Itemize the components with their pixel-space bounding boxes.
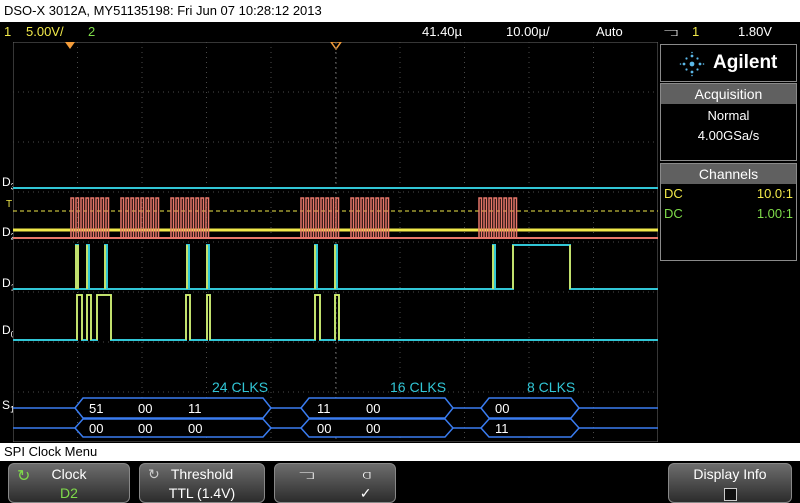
- threshold-softkey[interactable]: ↻ Threshold TTL (1.4V): [139, 463, 265, 503]
- sample-rate: 4.00GSa/s: [697, 128, 760, 143]
- bus-byte: 00: [138, 401, 152, 416]
- bus-packet-1-top[interactable]: [74, 397, 272, 419]
- bus-byte: 00: [495, 401, 509, 416]
- info-panel: Agilent Acquisition Normal 4.00GSa/s Cha…: [660, 44, 797, 261]
- channel-1-row[interactable]: DC 10.0:1: [661, 184, 796, 204]
- acquisition-header: Acquisition: [661, 84, 796, 104]
- channels-header: Channels: [661, 164, 796, 184]
- bus-byte: 00: [317, 421, 331, 436]
- ch1-number[interactable]: 1: [4, 22, 11, 42]
- check-icon: ✓: [359, 485, 372, 501]
- edge-options: ⫎ ⫏: [275, 464, 395, 484]
- display-info-label: Display Info: [693, 466, 767, 482]
- threshold-value: TTL (1.4V): [168, 485, 236, 501]
- trigger-source[interactable]: 1: [692, 22, 699, 42]
- bus-byte: 00: [366, 401, 380, 416]
- status-bar: 1 5.00V/ 2 41.40µ 10.00µ/ Auto ⫎ 1 1.80V: [0, 22, 800, 42]
- ch2-coupling: DC: [664, 206, 683, 221]
- menu-title: SPI Clock Menu: [4, 444, 98, 459]
- waveform-display[interactable]: 24 CLKS 51 00 11 00 00 00 16 CLKS 11 00 …: [13, 42, 658, 442]
- brand-name: Agilent: [713, 52, 778, 73]
- channel-2-row[interactable]: DC 1.00:1: [661, 204, 796, 224]
- ch1-probe: 10.0:1: [756, 186, 793, 201]
- ch1-coupling: DC: [664, 186, 683, 201]
- clock-softkey[interactable]: ↻ Clock D2: [8, 463, 130, 503]
- falling-edge-icon: ⫏: [362, 466, 371, 482]
- bus-byte: 00: [366, 421, 380, 436]
- softkey-bar: ↻ Clock D2 ↻ Threshold TTL (1.4V) ⫎ ⫏ ✓ …: [0, 461, 800, 503]
- bus-byte: 11: [317, 401, 331, 416]
- ch2-number[interactable]: 2: [88, 22, 95, 42]
- edge-softkey[interactable]: ⫎ ⫏ ✓: [274, 463, 396, 503]
- ch2-probe: 1.00:1: [756, 206, 793, 221]
- acquisition-box[interactable]: Acquisition Normal 4.00GSa/s: [660, 83, 797, 161]
- display-info-checkbox-wrap: [669, 484, 791, 502]
- edge-selection: ✓: [275, 484, 395, 502]
- ch1-scale[interactable]: 5.00V/: [26, 22, 64, 42]
- trigger-level[interactable]: 1.80V: [738, 22, 772, 42]
- rotate-knob-icon: ↻: [17, 468, 31, 485]
- title-bar: DSO-X 3012A, MY51135198: Fri Jun 07 10:2…: [0, 0, 800, 22]
- rotate-knob-icon: ↻: [148, 466, 160, 482]
- display-info-checkbox[interactable]: [723, 487, 737, 501]
- menu-title-bar: SPI Clock Menu: [0, 443, 800, 461]
- horizontal-position[interactable]: 41.40µ: [422, 22, 462, 42]
- display-info-softkey[interactable]: Display Info: [668, 463, 792, 503]
- bus-byte: 00: [89, 421, 103, 436]
- trigger-edge-icon: ⫎: [664, 24, 678, 39]
- acquisition-mode: Normal: [707, 108, 750, 123]
- bus-byte: 11: [188, 401, 202, 416]
- bus-byte: 51: [89, 401, 103, 416]
- bus-group-3-label: 8 CLKS: [527, 379, 575, 395]
- trigger-mode[interactable]: Auto: [596, 22, 623, 42]
- bus-byte: 00: [138, 421, 152, 436]
- brand-box: Agilent: [660, 44, 797, 82]
- bus-group-1-label: 24 CLKS: [212, 379, 268, 395]
- channels-box[interactable]: Channels DC 10.0:1 DC 1.00:1: [660, 163, 797, 261]
- trigger-marker-label: T: [6, 199, 13, 210]
- bus-byte: 00: [188, 421, 202, 436]
- rising-edge-icon: ⫎: [299, 466, 315, 482]
- bus-byte: 11: [495, 421, 509, 436]
- title-text: DSO-X 3012A, MY51135198: Fri Jun 07 10:2…: [4, 3, 322, 18]
- spark-icon: [679, 51, 705, 77]
- horizontal-scale[interactable]: 10.00µ/: [506, 22, 550, 42]
- bus-packet-1-bottom[interactable]: [73, 418, 273, 438]
- bus-group-2-label: 16 CLKS: [390, 379, 446, 395]
- clock-value: D2: [60, 485, 78, 501]
